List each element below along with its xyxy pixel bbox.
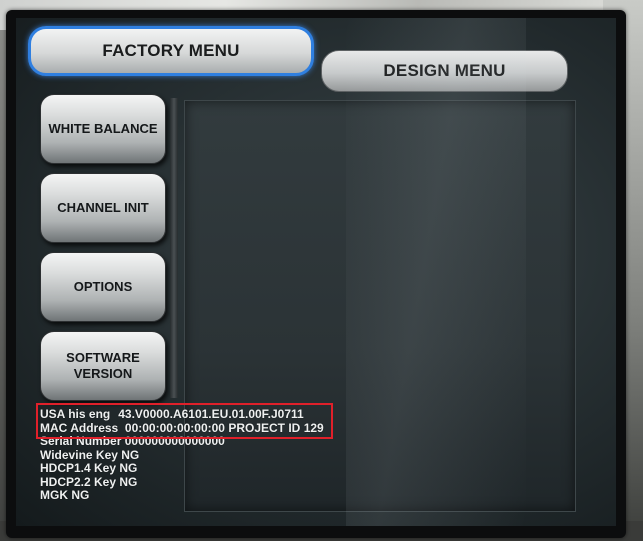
widevine-line: Widevine Key NG bbox=[40, 447, 324, 463]
hdcp14-label: HDCP1.4 Key bbox=[40, 461, 117, 475]
tab-factory-menu[interactable]: FACTORY MENU bbox=[28, 26, 314, 76]
tab-design-menu-label: DESIGN MENU bbox=[383, 61, 506, 80]
hdcp14-line: HDCP1.4 Key NG bbox=[40, 461, 324, 476]
tv-screen: FACTORY MENU DESIGN MENU WHITE BALANCE C… bbox=[16, 18, 616, 526]
white-balance-label: WHITE BALANCE bbox=[48, 121, 158, 136]
channel-init-button[interactable]: CHANNEL INIT bbox=[40, 173, 166, 243]
widevine-value: NG bbox=[121, 447, 140, 462]
menu-divider bbox=[170, 98, 178, 398]
hdcp22-line: HDCP2.2 Key NG bbox=[40, 474, 324, 490]
options-button[interactable]: OPTIONS bbox=[40, 252, 166, 322]
software-version-button[interactable]: SOFTWARE VERSION bbox=[40, 331, 166, 401]
tab-factory-menu-label: FACTORY MENU bbox=[102, 41, 240, 60]
hdcp22-value: NG bbox=[119, 474, 138, 489]
annotation-highlight-box bbox=[36, 403, 333, 439]
mgk-line: MGK NG bbox=[40, 488, 324, 503]
tab-design-menu[interactable]: DESIGN MENU bbox=[321, 50, 568, 92]
mgk-label: MGK bbox=[40, 488, 68, 502]
widevine-label: Widevine Key bbox=[40, 447, 118, 462]
hdcp22-label: HDCP2.2 Key bbox=[40, 474, 117, 489]
hdcp14-value: NG bbox=[119, 461, 138, 475]
channel-init-label: CHANNEL INIT bbox=[57, 200, 149, 215]
photo: FACTORY MENU DESIGN MENU WHITE BALANCE C… bbox=[0, 0, 643, 541]
options-label: OPTIONS bbox=[73, 279, 133, 294]
mgk-value: NG bbox=[71, 488, 90, 502]
software-version-label: SOFTWARE VERSION bbox=[66, 350, 140, 381]
white-balance-button[interactable]: WHITE BALANCE bbox=[40, 94, 166, 164]
